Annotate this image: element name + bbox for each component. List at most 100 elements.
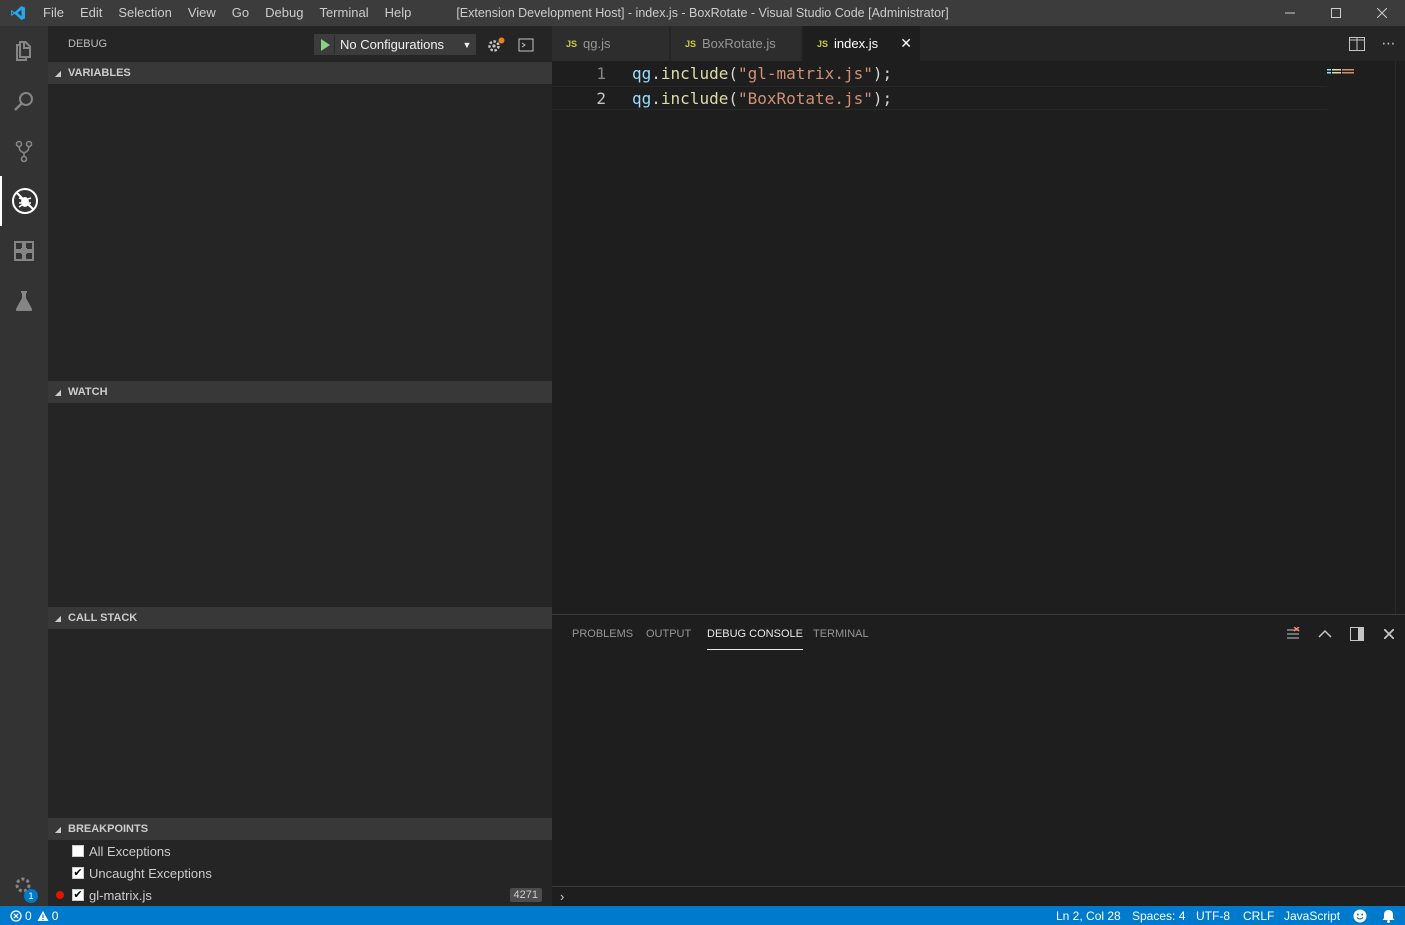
vscode-logo-icon — [0, 0, 35, 26]
breakpoint-row[interactable]: ✔ Uncaught Exceptions — [48, 862, 552, 884]
call-stack-section-header[interactable]: ◢ CALL STACK — [48, 607, 552, 629]
minimize-button[interactable] — [1267, 0, 1313, 26]
js-file-icon: JS — [566, 38, 578, 49]
menu-selection[interactable]: Selection — [110, 0, 179, 26]
tab-label: BoxRotate.js — [702, 36, 776, 51]
panel-actions — [1277, 621, 1405, 647]
call-stack-title: CALL STACK — [68, 612, 138, 624]
end-of-line[interactable]: CRLF — [1243, 906, 1274, 925]
js-file-icon: JS — [685, 38, 697, 49]
test-flask-icon[interactable] — [0, 276, 48, 326]
editor-actions: ⋯ — [1341, 26, 1405, 61]
debug-config-select[interactable]: No Configurations ▼ — [314, 34, 476, 55]
activity-bar: 1 — [0, 26, 48, 906]
breakpoints-section-header[interactable]: ◢ BREAKPOINTS — [48, 818, 552, 840]
panel-tab-terminal[interactable]: TERMINAL — [813, 628, 869, 650]
extensions-icon[interactable] — [0, 226, 48, 276]
collapse-triangle-icon: ◢ — [54, 68, 62, 78]
breakpoint-label: Uncaught Exceptions — [89, 865, 212, 881]
variables-section-header[interactable]: ◢ VARIABLES — [48, 62, 552, 84]
panel-tab-problems[interactable]: PROBLEMS — [572, 628, 633, 650]
error-count: 0 — [25, 908, 32, 923]
settings-badge: 1 — [24, 889, 38, 903]
warning-count: 0 — [51, 908, 59, 923]
repl-prompt: › — [560, 889, 565, 904]
code-line: 1 qg.include("gl-matrix.js"); — [552, 62, 1327, 86]
line-number: 2 — [596, 89, 606, 108]
sidebar-title: DEBUG — [68, 38, 108, 50]
menu-help[interactable]: Help — [377, 0, 420, 26]
code-line-current: 2 qg.include("BoxRotate.js"); — [552, 86, 1327, 110]
tab-index-js[interactable]: JS index.js ✕ — [803, 26, 921, 61]
sidebar-header: DEBUG No Configurations ▼ — [48, 26, 552, 62]
error-icon — [10, 909, 22, 922]
maximize-panel-icon[interactable] — [1309, 621, 1341, 647]
breakpoint-checkbox[interactable] — [72, 845, 84, 857]
panel-tab-output[interactable]: OUTPUT — [646, 628, 691, 650]
js-file-icon: JS — [817, 38, 829, 49]
config-select-value: No Configurations — [340, 37, 445, 52]
menu-terminal[interactable]: Terminal — [311, 0, 376, 26]
breakpoint-row[interactable]: All Exceptions — [48, 840, 552, 862]
editor-tabs: JS qg.js JS BoxRotate.js JS index.js ✕ ⋯ — [552, 26, 1405, 61]
debug-console-icon[interactable] — [516, 35, 536, 55]
feedback-smiley-icon[interactable] — [1353, 906, 1367, 925]
breakpoint-checkbox[interactable]: ✔ — [72, 889, 84, 901]
menu-debug[interactable]: Debug — [257, 0, 311, 26]
more-actions-icon[interactable]: ⋯ — [1373, 26, 1405, 61]
debug-console-input[interactable]: › — [552, 886, 1405, 906]
breakpoints-title: BREAKPOINTS — [68, 823, 149, 835]
settings-gear-icon[interactable]: 1 — [0, 861, 48, 911]
close-tab-icon[interactable]: ✕ — [900, 35, 912, 52]
open-launch-json-gear-icon[interactable] — [486, 35, 506, 55]
debug-sidebar: DEBUG No Configurations ▼ ◢ VARIABLES ◢ … — [48, 26, 552, 906]
menu-view[interactable]: View — [180, 0, 224, 26]
tab-qg-js[interactable]: JS qg.js — [552, 26, 670, 61]
clear-console-icon[interactable] — [1277, 621, 1309, 647]
menu-bar: File Edit Selection View Go Debug Termin… — [35, 0, 419, 26]
search-icon[interactable] — [0, 76, 48, 126]
panel-tab-debug-console[interactable]: DEBUG CONSOLE — [707, 628, 803, 650]
close-window-button[interactable] — [1359, 0, 1405, 26]
code-editor[interactable]: 1 qg.include("gl-matrix.js"); 2 qg.inclu… — [552, 61, 1405, 614]
window-controls — [1267, 0, 1405, 26]
code-text: qg.include("BoxRotate.js"); — [632, 89, 893, 108]
tab-label: qg.js — [583, 36, 611, 51]
breakpoint-row[interactable]: ✔ gl-matrix.js 4271 — [48, 884, 552, 906]
tab-boxrotate-js[interactable]: JS BoxRotate.js — [671, 26, 802, 61]
watch-section-header[interactable]: ◢ WATCH — [48, 381, 552, 403]
encoding[interactable]: UTF-8 — [1196, 906, 1230, 925]
debug-icon[interactable] — [0, 176, 48, 226]
collapse-triangle-icon: ◢ — [54, 613, 62, 623]
source-control-icon[interactable] — [0, 126, 48, 176]
toggle-panel-position-icon[interactable] — [1341, 621, 1373, 647]
problems-status[interactable]: 0 0 — [10, 906, 58, 925]
bottom-panel: PROBLEMS OUTPUT DEBUG CONSOLE TERMINAL › — [552, 614, 1405, 906]
code-text: qg.include("gl-matrix.js"); — [632, 64, 893, 83]
warning-icon — [37, 910, 49, 921]
breakpoint-label: All Exceptions — [89, 843, 171, 859]
editor-scrollbar[interactable] — [1395, 61, 1405, 614]
breakpoint-line-badge: 4271 — [509, 888, 542, 902]
line-number: 1 — [596, 64, 606, 83]
menu-go[interactable]: Go — [224, 0, 257, 26]
start-debugging-button[interactable] — [315, 35, 335, 54]
explorer-icon[interactable] — [0, 26, 48, 76]
language-mode[interactable]: JavaScript — [1284, 906, 1340, 925]
breakpoint-dot-icon — [56, 891, 64, 899]
indentation[interactable]: Spaces: 4 — [1132, 906, 1185, 925]
maximize-button[interactable] — [1313, 0, 1359, 26]
minimap[interactable] — [1327, 63, 1357, 74]
menu-file[interactable]: File — [35, 0, 72, 26]
cursor-position[interactable]: Ln 2, Col 28 — [1056, 906, 1121, 925]
breakpoint-checkbox[interactable]: ✔ — [72, 867, 84, 879]
split-editor-icon[interactable] — [1341, 26, 1373, 61]
menu-edit[interactable]: Edit — [72, 0, 110, 26]
tab-label: index.js — [834, 36, 879, 51]
breakpoint-label: gl-matrix.js — [89, 887, 152, 903]
watch-title: WATCH — [68, 386, 108, 398]
collapse-triangle-icon: ◢ — [54, 824, 62, 834]
variables-title: VARIABLES — [68, 67, 131, 79]
notifications-bell-icon[interactable] — [1382, 906, 1395, 925]
close-panel-icon[interactable] — [1373, 621, 1405, 647]
